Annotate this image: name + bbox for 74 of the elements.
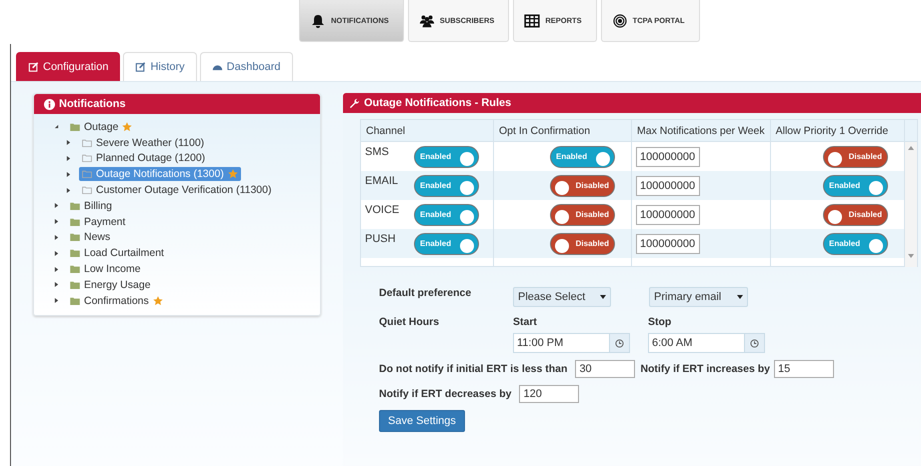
input-field[interactable]: 15 (774, 360, 834, 378)
column-header: Opt In Confirmation (494, 120, 632, 142)
dropdown[interactable]: Please Select (513, 287, 611, 307)
info-icon (44, 98, 55, 110)
channel-name: PUSH (365, 232, 396, 244)
field-label: Start (513, 316, 538, 328)
clock-icon (750, 338, 759, 348)
field-label: Do not notify if initial ERT is less than (379, 363, 568, 375)
caret-right-icon[interactable] (54, 234, 59, 240)
dropdown[interactable]: Primary email (649, 287, 748, 307)
input-field[interactable]: 120 (519, 385, 580, 403)
panel-title: Outage Notifications - Rules (364, 97, 512, 109)
caret-right-icon[interactable] (54, 250, 59, 256)
caret-right-icon[interactable] (54, 203, 59, 208)
panel-title: Notifications (59, 98, 126, 110)
caret-right-icon[interactable] (66, 140, 71, 146)
caret-right-icon[interactable] (54, 266, 59, 272)
caret-down-icon (737, 295, 743, 299)
edit-icon (28, 62, 39, 72)
column-header: Allow Priority 1 Override (770, 120, 904, 142)
channel-name: EMAIL (365, 174, 398, 186)
input-field[interactable]: 30 (575, 360, 636, 378)
caret-down-icon[interactable] (54, 124, 59, 130)
field-label: Notify if ERT increases by (640, 363, 770, 375)
toggle-switch[interactable]: Disabled (550, 174, 615, 196)
time-field[interactable]: 11:00 PM (513, 333, 630, 353)
tree-item[interactable]: Billing (67, 198, 116, 213)
toggle-switch[interactable]: Disabled (550, 204, 615, 226)
tree-item[interactable]: Load Curtailment (67, 246, 167, 260)
tree-item[interactable]: Low Income (67, 262, 144, 276)
tab[interactable]: Dashboard (200, 52, 292, 81)
scroll-up-icon[interactable] (908, 146, 914, 150)
time-field[interactable]: 6:00 AM (648, 333, 765, 353)
wrench-icon (349, 98, 360, 108)
toggle-switch[interactable]: Disabled (823, 146, 888, 168)
tree-item[interactable]: News (67, 230, 114, 244)
scroll-down-icon[interactable] (908, 254, 914, 258)
channel-name: VOICE (365, 204, 400, 216)
caret-right-icon[interactable] (54, 219, 59, 224)
toggle-switch[interactable]: Disabled (550, 232, 615, 254)
save-button[interactable]: Save Settings (379, 410, 465, 432)
field-label: Quiet Hours (379, 316, 440, 328)
users-icon (418, 14, 435, 28)
input-field[interactable]: 100000000 (636, 204, 700, 224)
caret-right-icon[interactable] (54, 282, 59, 288)
tree-item[interactable]: Payment (67, 214, 128, 229)
input-field[interactable]: 100000000 (636, 176, 700, 196)
bell-icon (310, 14, 326, 28)
caret-right-icon[interactable] (54, 298, 59, 304)
tree-item[interactable]: Confirmations (67, 294, 166, 308)
input-field[interactable]: 100000000 (636, 234, 700, 254)
tree-item[interactable]: Energy Usage (67, 278, 154, 292)
tree-item[interactable]: Customer Outage Verification (11300) (79, 183, 274, 198)
tree-item[interactable]: Planned Outage (1200) (79, 151, 208, 166)
caret-down-icon (600, 295, 606, 299)
toggle-switch[interactable]: Disabled (823, 204, 888, 226)
tree-item[interactable]: Severe Weather (1100) (79, 136, 208, 150)
caret-right-icon[interactable] (66, 188, 71, 193)
tab[interactable]: Configuration (16, 52, 120, 81)
clock-icon (615, 338, 624, 348)
field-label: Notify if ERT decreases by (379, 388, 512, 400)
caret-right-icon[interactable] (66, 172, 71, 177)
column-header: Channel (360, 120, 494, 142)
edit-icon (135, 62, 146, 72)
field-label: Default preference (379, 287, 472, 299)
channel-name: SMS (365, 146, 389, 158)
tab[interactable]: History (123, 52, 197, 81)
table-icon (524, 14, 540, 28)
tree-item[interactable]: Outage (67, 120, 136, 134)
target-icon (612, 14, 628, 28)
caret-right-icon[interactable] (66, 156, 71, 161)
field-label: Stop (648, 316, 672, 328)
input-field[interactable]: 100000000 (636, 146, 700, 166)
column-header: Max Notifications per Week (632, 120, 770, 142)
